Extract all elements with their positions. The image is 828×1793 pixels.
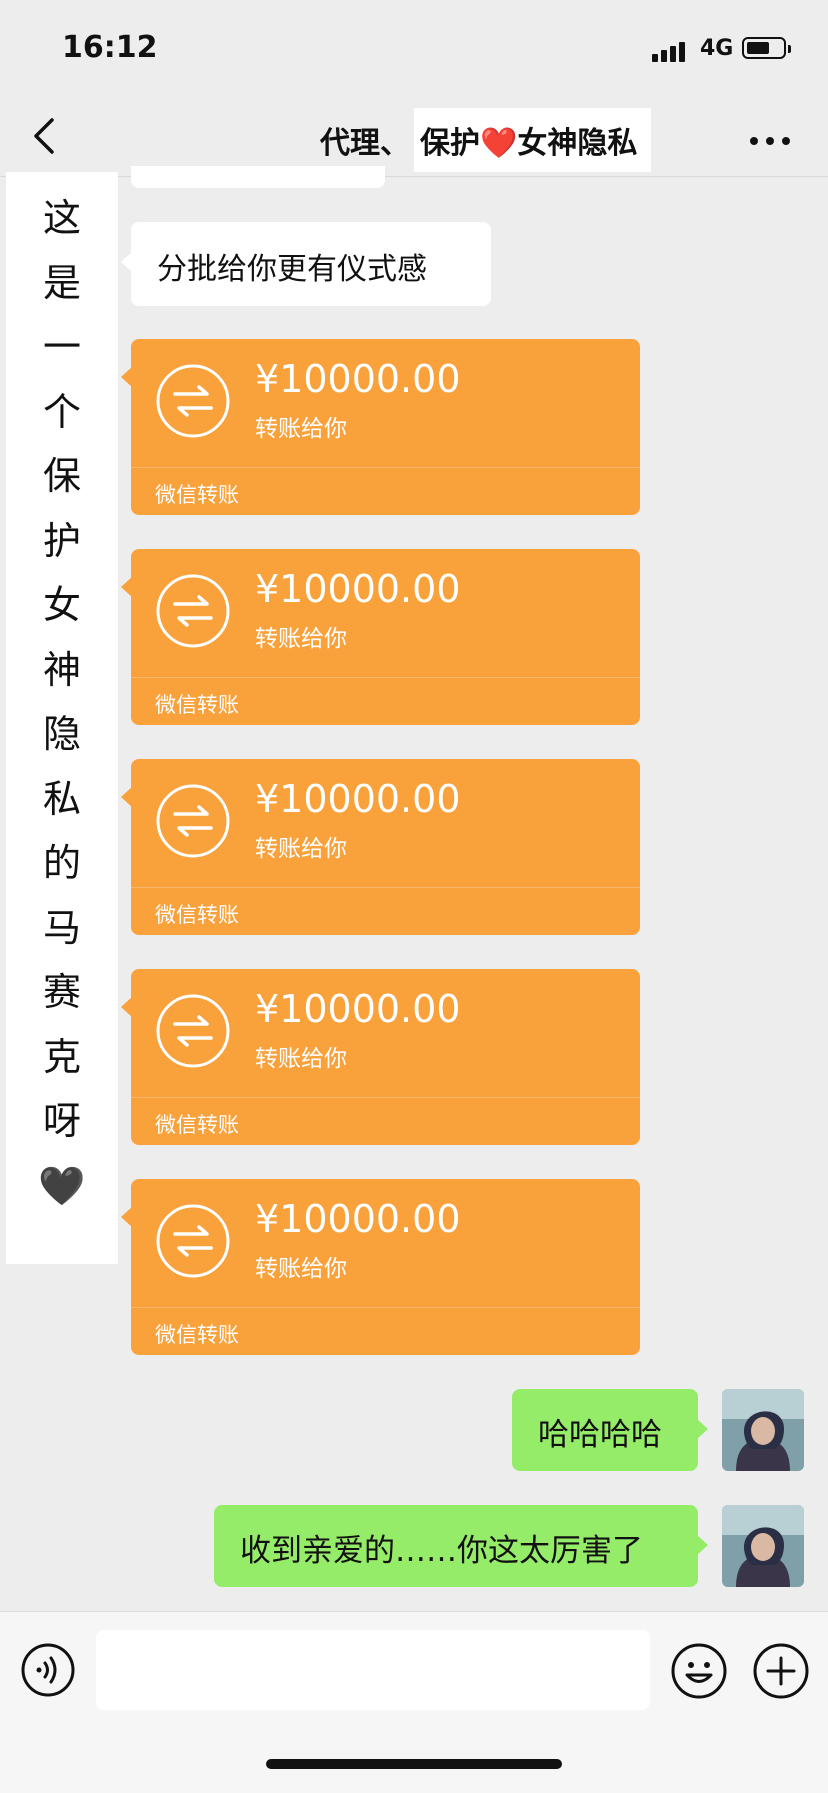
- caption-char: 护: [42, 518, 81, 563]
- caption-char: 赛: [42, 970, 81, 1014]
- chat-title-highlight: 保护❤️女神隐私: [414, 108, 652, 172]
- signal-icon: [652, 40, 688, 62]
- transfer-card[interactable]: ¥10000.00 转账给你 微信转账: [121, 759, 640, 935]
- caption-char: 这: [42, 196, 81, 240]
- caption-char: 女: [42, 583, 81, 627]
- transfer-arrows-icon: [156, 994, 230, 1068]
- chat-title-prefix: 代理、: [320, 126, 410, 161]
- network-label: 4G: [700, 36, 734, 61]
- battery-icon: [742, 37, 791, 59]
- transfer-arrows-icon: [156, 784, 230, 858]
- caption-char: 马: [42, 905, 81, 950]
- avatar[interactable]: [722, 1505, 804, 1587]
- transfer-subtitle: 转账给你: [255, 1256, 347, 1282]
- transfer-card[interactable]: ¥10000.00 转账给你 微信转账: [121, 969, 640, 1145]
- transfer-card[interactable]: ¥10000.00 转账给你 微信转账: [121, 549, 640, 725]
- incoming-message[interactable]: 分批给你更有仪式感: [121, 222, 491, 306]
- transfer-amount: ¥10000.00: [255, 567, 461, 611]
- chat-header: 代理、 保护❤️女神隐私: [0, 96, 828, 177]
- caption-char: 私: [42, 776, 81, 821]
- transfer-amount: ¥10000.00: [255, 987, 461, 1031]
- transfer-arrows-icon: [156, 574, 230, 648]
- outgoing-message[interactable]: 收到亲爱的……你这太厉害了: [214, 1505, 708, 1587]
- caption-char: 个: [42, 389, 81, 434]
- transfer-arrows-icon: [156, 1204, 230, 1278]
- message-text: 哈哈哈哈: [538, 1417, 662, 1453]
- caption-char: 呀: [42, 1099, 81, 1143]
- avatar[interactable]: [722, 1389, 804, 1471]
- transfer-subtitle: 转账给你: [255, 1046, 347, 1072]
- more-dots-icon[interactable]: [748, 132, 792, 145]
- emoji-icon[interactable]: [670, 1642, 728, 1700]
- caption-char: 是: [42, 260, 81, 305]
- chat-title: 代理、 保护❤️女神隐私: [320, 108, 652, 172]
- status-time: 16:12: [62, 30, 158, 65]
- transfer-subtitle: 转账给你: [255, 416, 347, 442]
- plus-icon[interactable]: [752, 1642, 810, 1700]
- caption-char: 隐: [42, 712, 81, 756]
- caption-char: 克: [42, 1034, 81, 1079]
- message-text: 分批给你更有仪式感: [157, 252, 427, 287]
- message-text: 收到亲爱的……你这太厉害了: [240, 1533, 643, 1569]
- transfer-subtitle: 转账给你: [255, 836, 347, 862]
- transfer-amount: ¥10000.00: [255, 357, 461, 401]
- transfer-footer: 微信转账: [155, 903, 239, 927]
- transfer-subtitle: 转账给你: [255, 626, 347, 652]
- back-chevron-icon[interactable]: [28, 114, 68, 158]
- transfer-footer: 微信转账: [155, 1113, 239, 1137]
- transfer-amount: ¥10000.00: [255, 1197, 461, 1241]
- transfer-footer: 微信转账: [155, 483, 239, 507]
- caption-char: 保: [42, 454, 81, 498]
- status-bar: 16:12 4G: [0, 0, 828, 96]
- black-heart-icon: 🖤: [38, 1163, 86, 1208]
- transfer-arrows-icon: [156, 364, 230, 438]
- transfer-amount: ¥10000.00: [255, 777, 461, 821]
- outgoing-message[interactable]: 哈哈哈哈: [512, 1389, 708, 1471]
- vertical-caption-overlay: 这 是 一 个 保 护 女 神 隐 私 的 马 赛 克 呀 🖤: [6, 172, 118, 1264]
- transfer-card[interactable]: ¥10000.00 转账给你 微信转账: [121, 339, 640, 515]
- caption-char: 神: [42, 647, 81, 692]
- transfer-footer: 微信转账: [155, 1323, 239, 1347]
- message-input[interactable]: [96, 1630, 650, 1710]
- transfer-card[interactable]: ¥10000.00 转账给你 微信转账: [121, 1179, 640, 1355]
- voice-icon[interactable]: [20, 1642, 76, 1698]
- caption-char: 的: [42, 841, 81, 885]
- home-indicator: [266, 1759, 562, 1769]
- caption-char: 一: [42, 325, 81, 369]
- transfer-footer: 微信转账: [155, 693, 239, 717]
- previous-message-bubble: [131, 166, 385, 188]
